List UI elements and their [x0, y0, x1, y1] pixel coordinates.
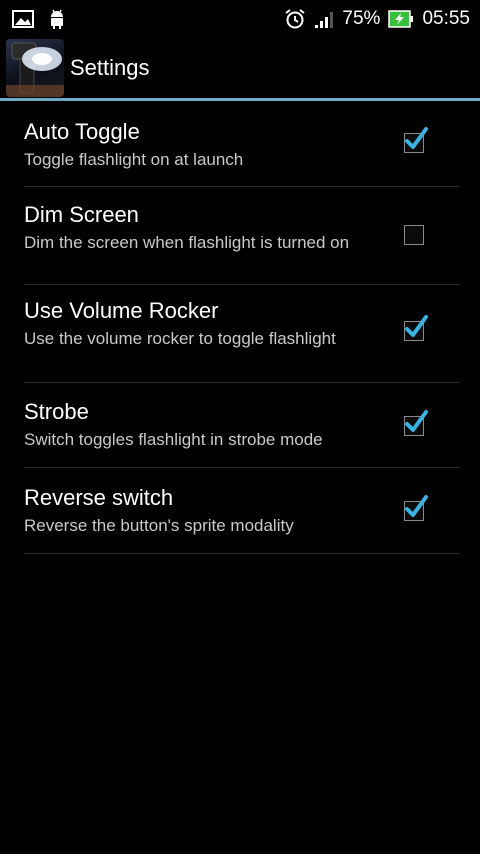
pref-auto-toggle[interactable]: Auto Toggle Toggle flashlight on at laun… [24, 102, 460, 187]
pref-summary: Toggle flashlight on at launch [24, 150, 244, 169]
volume-rocker-checkbox[interactable] [404, 315, 428, 341]
flashlight-app-icon[interactable] [6, 39, 64, 97]
pref-title: Dim Screen [24, 202, 139, 227]
pref-reverse-switch[interactable]: Reverse switch Reverse the button's spri… [24, 468, 460, 554]
pref-summary: Dim the screen when flashlight is turned… [24, 233, 350, 252]
action-bar-divider [0, 98, 480, 101]
dim-screen-checkbox[interactable] [404, 225, 424, 245]
pref-summary: Switch toggles flashlight in strobe mode [24, 430, 323, 449]
status-notifications [12, 8, 66, 30]
check-icon [405, 410, 428, 432]
pref-strobe[interactable]: Strobe Switch toggles flashlight in stro… [24, 383, 460, 468]
page-title: Settings [70, 55, 150, 80]
alarm-icon [284, 8, 306, 30]
action-bar: Settings [0, 38, 480, 98]
signal-icon [314, 9, 334, 29]
status-bar: 75% 05:55 [0, 0, 480, 38]
clock: 05:55 [422, 8, 470, 29]
auto-toggle-checkbox[interactable] [404, 127, 428, 153]
check-icon [405, 315, 428, 337]
battery-percent: 75% [342, 8, 381, 29]
check-icon [405, 495, 428, 517]
pref-title: Reverse switch [24, 485, 174, 510]
pref-title: Auto Toggle [24, 119, 140, 144]
android-icon [48, 8, 66, 30]
reverse-switch-checkbox[interactable] [404, 495, 428, 521]
preferences-list: Auto Toggle Toggle flashlight on at laun… [24, 102, 460, 554]
pref-summary: Use the volume rocker to toggle flashlig… [24, 329, 336, 348]
pref-use-volume-rocker[interactable]: Use Volume Rocker Use the volume rocker … [24, 285, 460, 383]
pref-dim-screen[interactable]: Dim Screen Dim the screen when flashligh… [24, 187, 460, 285]
gallery-icon [12, 10, 34, 28]
check-icon [405, 127, 428, 149]
pref-title: Strobe [24, 399, 89, 424]
pref-title: Use Volume Rocker [24, 298, 219, 323]
battery-charging-icon [388, 9, 414, 29]
status-system: 75% 05:55 [284, 8, 470, 30]
strobe-checkbox[interactable] [404, 410, 428, 436]
pref-summary: Reverse the button's sprite modality [24, 516, 294, 535]
